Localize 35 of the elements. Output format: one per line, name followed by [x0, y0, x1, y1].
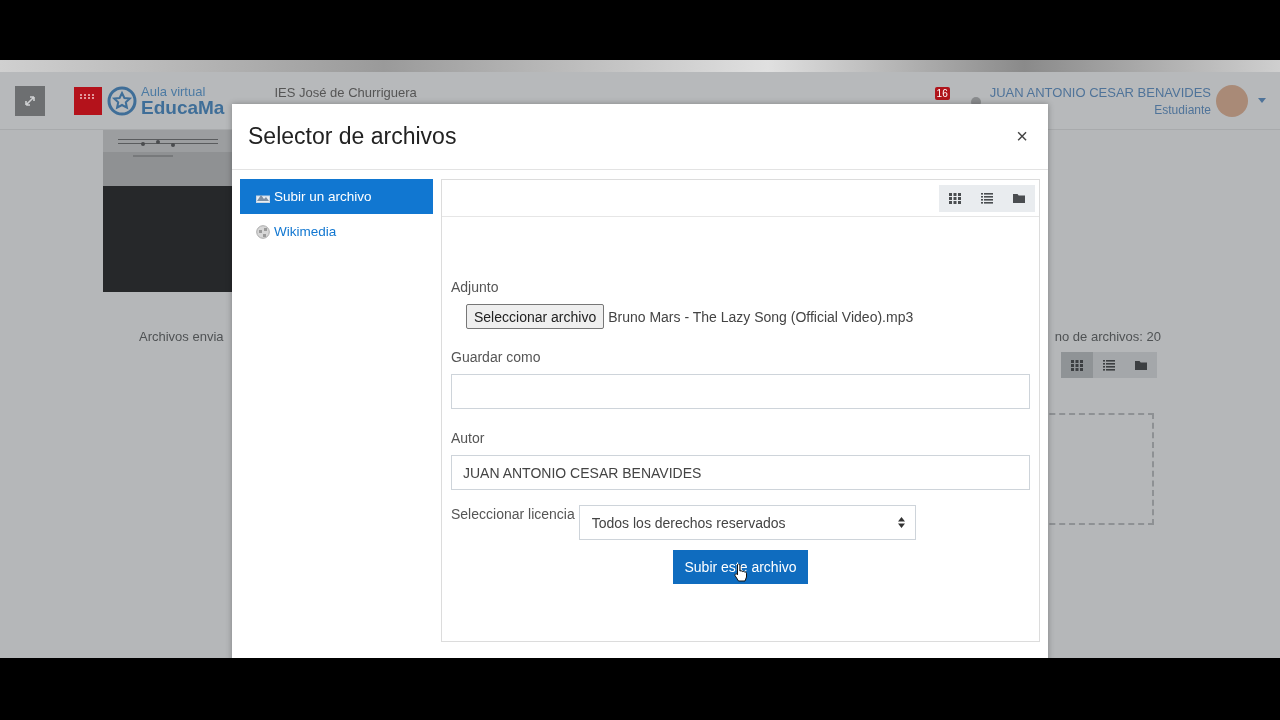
max-files-label: no de archivos: 20	[1054, 329, 1161, 344]
input-field[interactable]: JUAN ANTONIO CESAR BENAVIDES	[451, 455, 1030, 490]
field-label: Autor	[451, 429, 486, 447]
input-field[interactable]	[451, 374, 1030, 409]
field-label: Seleccionar licencia	[451, 505, 575, 523]
globe-icon	[256, 224, 270, 239]
source-item[interactable]: Wikimedia	[240, 214, 433, 249]
flag-logo-icon	[74, 86, 102, 115]
view-button[interactable]	[1125, 352, 1157, 378]
view-button[interactable]	[1061, 352, 1093, 378]
expand-icon[interactable]	[15, 85, 45, 116]
logo-subtitle: Aula virtual	[141, 84, 207, 98]
license-select[interactable]: Todos los derechos reservados	[578, 505, 916, 540]
site-name: IES José de Churriguera	[274, 85, 417, 100]
folder-icon	[1135, 360, 1147, 370]
grid-icon	[949, 192, 961, 204]
view-button[interactable]	[1093, 352, 1125, 378]
list-icon	[981, 192, 993, 204]
grid-icon	[1071, 359, 1083, 371]
sort-arrows-icon	[897, 517, 905, 528]
logo-name: EducaMa	[141, 97, 225, 117]
folder-icon	[1013, 193, 1025, 203]
close-button[interactable]: ×	[1012, 125, 1032, 148]
choose-file-button[interactable]: Seleccionar archivo	[466, 304, 605, 329]
source-item[interactable]: Subir un archivo	[240, 179, 433, 214]
field-label: Adjunto	[451, 278, 500, 296]
dialog-title: Selector de archivos	[248, 123, 457, 150]
star-logo-icon	[107, 85, 137, 116]
file-name: Bruno Mars - The Lazy Song (Official Video).mp3	[608, 308, 914, 325]
notification-badge[interactable]: 16	[934, 87, 950, 100]
user-role: Estudiante	[1154, 102, 1211, 117]
field-label: Guardar como	[451, 348, 542, 366]
files-label: Archivos envia	[139, 329, 224, 344]
list-icon	[1103, 359, 1115, 371]
caret-icon[interactable]	[1258, 98, 1266, 103]
